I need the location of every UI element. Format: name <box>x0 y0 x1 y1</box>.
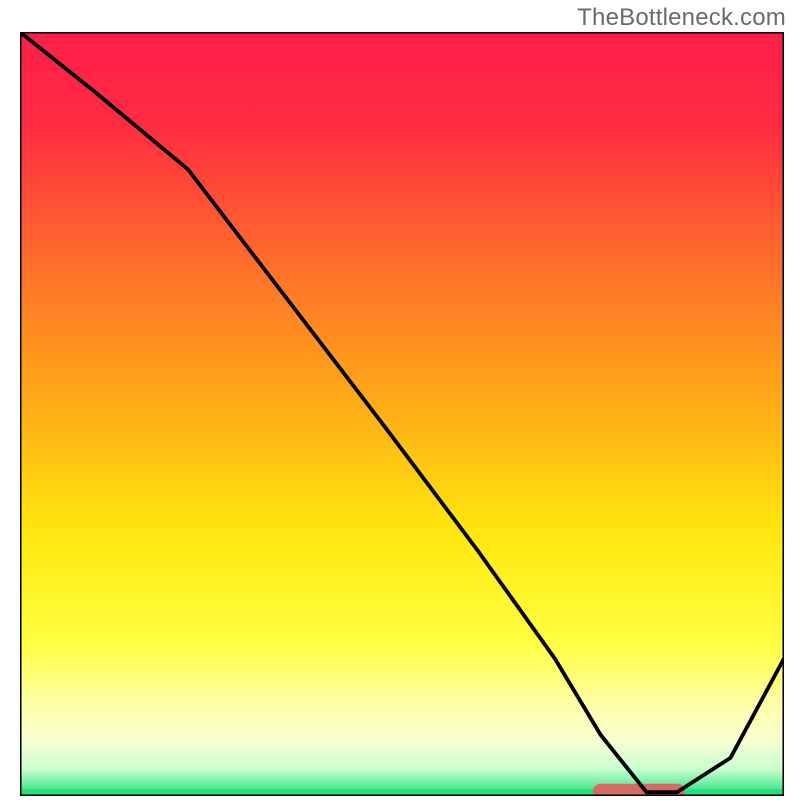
chart-area <box>20 32 784 796</box>
gradient-background <box>20 32 784 796</box>
bottleneck-chart <box>20 32 784 796</box>
watermark-text: TheBottleneck.com <box>577 4 786 32</box>
chart-wrapper: TheBottleneck.com <box>0 0 800 800</box>
